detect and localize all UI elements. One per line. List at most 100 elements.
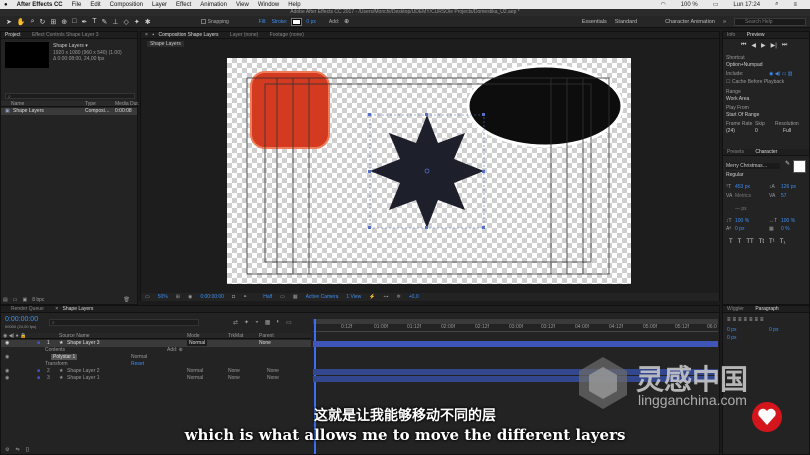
layer-mode[interactable]: Normal — [187, 375, 203, 381]
snapping-checkbox[interactable] — [200, 19, 206, 24]
tab-layer[interactable]: Layer (none) — [230, 32, 258, 38]
pan-behind-tool-icon[interactable]: ⊕ — [61, 18, 67, 26]
layer-row-2[interactable]: ◉ ■ 2 ★ Shape Layer 2 Normal None None — [1, 368, 311, 375]
roto-tool-icon[interactable]: ✦ — [134, 18, 140, 26]
tab-project[interactable]: Project — [5, 32, 21, 38]
indent-left[interactable]: 0 px — [727, 327, 736, 333]
visibility-icon[interactable]: ◉ — [5, 368, 9, 374]
subscript-icon[interactable]: T₁ — [780, 239, 786, 245]
timeline-search-input[interactable]: ⌕ — [49, 319, 199, 326]
all-caps-icon[interactable]: TT — [746, 239, 753, 245]
search-icon[interactable]: ⌕ — [775, 1, 778, 8]
time-ruler[interactable]: 0:12f 01:00f 01:12f 02:00f 02:12f 03:00f… — [313, 324, 718, 332]
small-caps-icon[interactable]: Tt — [759, 239, 764, 245]
always-preview-icon[interactable]: ▭ — [145, 294, 150, 300]
tab-effect-controls[interactable]: Effect Controls Shape Layer 3 — [32, 32, 99, 38]
shortcut-select[interactable]: Option+Numpad — [726, 62, 763, 68]
clock[interactable]: Lun 17:24 — [733, 2, 760, 8]
menu-help[interactable]: Help — [288, 2, 300, 8]
close-icon[interactable]: × — [145, 32, 148, 38]
first-frame-icon[interactable]: ⏮ — [741, 42, 746, 49]
font-select[interactable]: Merry Christmas… — [726, 163, 780, 169]
tab-composition[interactable]: Composition Shape Layers — [158, 32, 218, 38]
menu-animation[interactable]: Animation — [200, 2, 227, 8]
paragraph-align-icons[interactable]: ≡≡≡≡≡≡≡ — [727, 317, 766, 323]
range-select[interactable]: Work Area — [726, 96, 749, 102]
tracking[interactable]: 57 — [781, 193, 787, 199]
frame-blend-icon[interactable]: ▦ — [265, 319, 271, 326]
interpret-footage-icon[interactable]: ▤ — [3, 297, 8, 303]
puppet-tool-icon[interactable]: ✱ — [145, 18, 151, 26]
layer-parent[interactable]: None — [267, 375, 279, 381]
pen-tool-icon[interactable]: ✒ — [81, 18, 87, 26]
close-icon[interactable]: × — [55, 306, 58, 312]
menu-app[interactable]: After Effects CC — [17, 2, 63, 8]
label-color[interactable]: ■ — [37, 375, 40, 381]
fill-label[interactable]: Fill: — [259, 19, 267, 25]
tab-render-queue[interactable]: Render Queue — [11, 306, 44, 312]
search-help-field[interactable]: Search Help — [734, 18, 806, 26]
tab-info[interactable]: Info — [727, 32, 735, 38]
layer-name[interactable]: Shape Layer 3 — [67, 340, 100, 346]
selection-tool-icon[interactable]: ➤ — [6, 18, 12, 26]
new-comp-icon[interactable]: ▣ — [22, 297, 27, 303]
visibility-icon[interactable]: ◉ — [5, 354, 9, 360]
tsume[interactable]: 0 % — [781, 226, 790, 232]
faux-bold-icon[interactable]: T — [729, 239, 733, 245]
zoom-tool-icon[interactable]: ⌕ — [31, 18, 35, 26]
prev-frame-icon[interactable]: ◀ — [751, 42, 756, 49]
eraser-tool-icon[interactable]: ◇ — [124, 18, 129, 26]
col-source-name[interactable]: Source Name — [59, 333, 90, 339]
motion-blur-icon[interactable]: ◐ — [276, 319, 280, 326]
faux-italic-icon[interactable]: T — [738, 239, 742, 245]
toggle-modes-icon[interactable]: ⇋ — [15, 447, 19, 453]
stroke-label[interactable]: Stroke: — [272, 19, 288, 25]
current-time[interactable]: 0:00:00:00 — [200, 294, 224, 300]
type-tool-icon[interactable]: T — [92, 18, 96, 25]
battery-icon[interactable]: ▭ — [713, 1, 719, 8]
vertical-scale[interactable]: 100 % — [735, 218, 749, 224]
bpc-label[interactable]: 8 bpc — [32, 297, 44, 303]
add-label[interactable]: Add: — [329, 19, 339, 25]
new-folder-icon[interactable]: ▭ — [13, 297, 18, 303]
trash-icon[interactable]: 🗑 — [123, 297, 129, 303]
col-parent[interactable]: Parent — [259, 333, 274, 339]
tab-presets[interactable]: Presets — [727, 149, 744, 155]
workspace-essentials[interactable]: Essentials — [582, 19, 607, 25]
menu-view[interactable]: View — [236, 2, 249, 8]
layer-mode[interactable]: Normal — [187, 340, 208, 346]
resolution-select[interactable]: Full — [783, 128, 791, 134]
stroke-width[interactable]: 0 px — [306, 19, 315, 25]
col-type[interactable]: Type — [85, 101, 96, 107]
comp-canvas[interactable] — [227, 58, 631, 284]
transparency-icon[interactable]: ▦ — [293, 294, 298, 300]
col-trkmat[interactable]: TrkMat — [228, 333, 243, 339]
menu-edit[interactable]: Edit — [90, 2, 100, 8]
col-mode[interactable]: Mode — [187, 333, 200, 339]
menu-effect[interactable]: Effect — [176, 2, 191, 8]
shy-icon[interactable]: ◒ — [255, 319, 259, 326]
play-from-select[interactable]: Start Of Range — [726, 112, 759, 118]
font-style-select[interactable]: Regular — [726, 172, 744, 178]
workspace-character-animation[interactable]: Character Animation — [665, 19, 715, 25]
polystar-label[interactable]: Polystar 1 — [51, 354, 78, 360]
superscript-icon[interactable]: T¹ — [769, 239, 775, 245]
tab-footage[interactable]: Footage (none) — [270, 32, 304, 38]
menu-window[interactable]: Window — [258, 2, 279, 8]
stroke-width-px[interactable]: — px — [735, 206, 747, 212]
tab-paragraph[interactable]: Paragraph — [755, 306, 778, 312]
project-item-name[interactable]: Shape Layers ▾ — [53, 43, 88, 49]
transform-reset[interactable]: Reset — [131, 361, 144, 367]
region-icon[interactable]: ▭ — [280, 294, 285, 300]
menu-composition[interactable]: Composition — [110, 2, 143, 8]
project-search-input[interactable]: ⌕ — [5, 93, 135, 100]
leading[interactable]: 126 px — [781, 184, 796, 190]
fill-color-swatch[interactable] — [793, 160, 806, 173]
layer-mode[interactable]: Normal — [187, 368, 203, 374]
layer-parent[interactable]: None — [259, 340, 271, 346]
mask-icon[interactable]: ◉ — [188, 294, 192, 300]
views-select[interactable]: 1 View — [346, 294, 361, 300]
col-media-duration[interactable]: Media Dur. — [115, 101, 139, 107]
eyedropper-icon[interactable]: ✎ — [785, 160, 790, 167]
rotate-tool-icon[interactable]: ↻ — [40, 18, 46, 26]
